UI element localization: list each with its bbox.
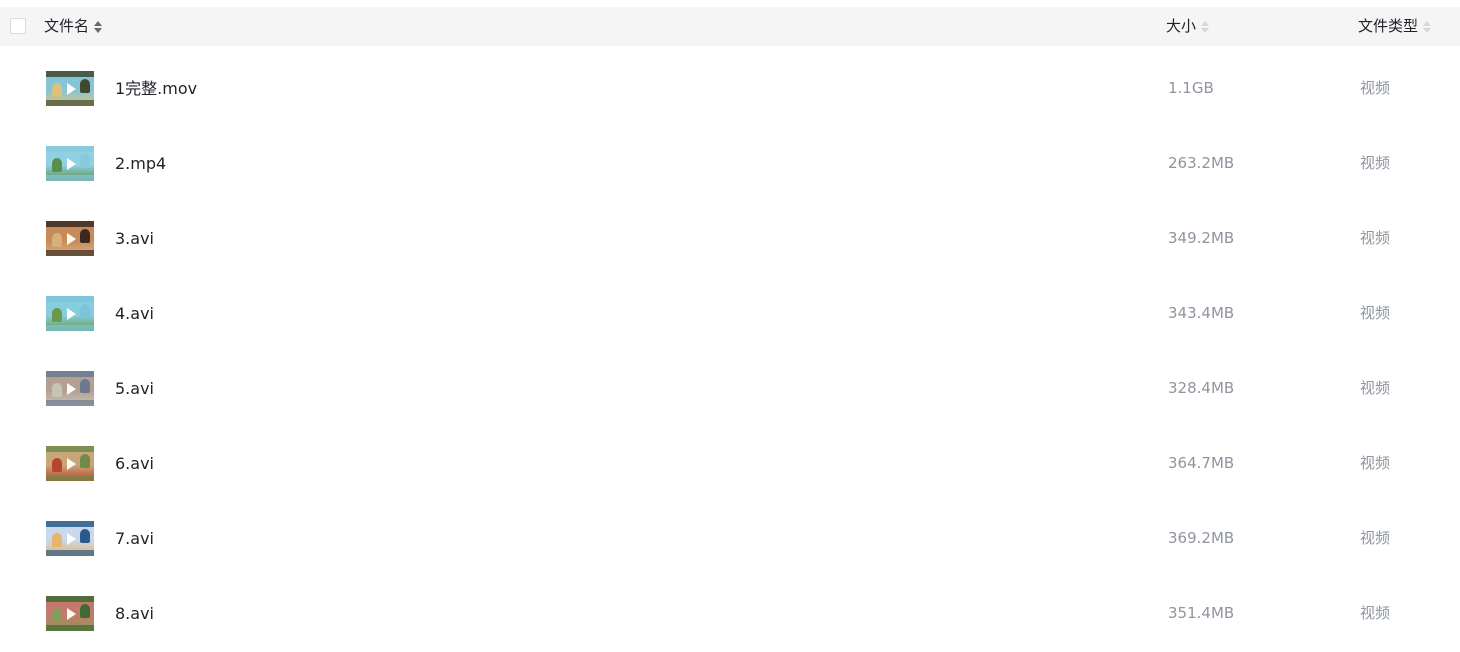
file-size: 369.2MB [1168, 529, 1235, 547]
file-type: 视频 [1360, 154, 1391, 172]
video-thumbnail[interactable] [46, 296, 94, 331]
file-name[interactable]: 3.avi [115, 201, 154, 276]
file-row[interactable]: 4.avi 343.4MB 视频 [0, 276, 1460, 351]
file-type: 视频 [1360, 79, 1391, 97]
play-icon [67, 382, 76, 395]
file-name[interactable]: 1完整.mov [115, 51, 197, 126]
file-type: 视频 [1360, 304, 1391, 322]
column-header-type-label: 文件类型 [1358, 17, 1419, 35]
table-header: 文件名 大小 文件类型 [0, 7, 1460, 46]
file-size: 349.2MB [1168, 229, 1235, 247]
file-row[interactable]: 1完整.mov 1.1GB 视频 [0, 51, 1460, 126]
play-icon [67, 532, 76, 545]
file-name[interactable]: 7.avi [115, 501, 154, 576]
play-icon [67, 82, 76, 95]
sort-icon[interactable] [94, 20, 103, 33]
play-icon [67, 457, 76, 470]
column-header-size[interactable]: 大小 [1166, 7, 1210, 46]
column-header-size-label: 大小 [1166, 17, 1197, 35]
video-thumbnail[interactable] [46, 71, 94, 106]
column-header-type[interactable]: 文件类型 [1358, 7, 1432, 46]
sort-icon[interactable] [1201, 20, 1210, 33]
file-size: 328.4MB [1168, 379, 1235, 397]
file-type: 视频 [1360, 604, 1391, 622]
play-icon [67, 157, 76, 170]
select-all-checkbox[interactable] [10, 18, 26, 34]
column-header-name-label: 文件名 [44, 17, 90, 35]
file-row[interactable]: 2.mp4 263.2MB 视频 [0, 126, 1460, 201]
file-size: 1.1GB [1168, 79, 1214, 97]
play-icon [67, 232, 76, 245]
file-size: 263.2MB [1168, 154, 1235, 172]
file-size: 364.7MB [1168, 454, 1235, 472]
file-type: 视频 [1360, 229, 1391, 247]
file-name[interactable]: 6.avi [115, 426, 154, 501]
file-name[interactable]: 5.avi [115, 351, 154, 426]
file-row[interactable]: 8.avi 351.4MB 视频 [0, 576, 1460, 651]
file-row[interactable]: 5.avi 328.4MB 视频 [0, 351, 1460, 426]
file-size: 351.4MB [1168, 604, 1235, 622]
file-row[interactable]: 6.avi 364.7MB 视频 [0, 426, 1460, 501]
file-type: 视频 [1360, 529, 1391, 547]
video-thumbnail[interactable] [46, 371, 94, 406]
file-name[interactable]: 2.mp4 [115, 126, 166, 201]
play-icon [67, 607, 76, 620]
file-row[interactable]: 3.avi 349.2MB 视频 [0, 201, 1460, 276]
column-header-name[interactable]: 文件名 [44, 7, 103, 46]
file-type: 视频 [1360, 454, 1391, 472]
play-icon [67, 307, 76, 320]
file-table: 文件名 大小 文件类型 1完整.mov 1.1GB 视频 2.mp4 263.2MB 视频… [0, 0, 1460, 652]
file-type: 视频 [1360, 379, 1391, 397]
video-thumbnail[interactable] [46, 221, 94, 256]
video-thumbnail[interactable] [46, 596, 94, 631]
file-size: 343.4MB [1168, 304, 1235, 322]
file-row[interactable]: 7.avi 369.2MB 视频 [0, 501, 1460, 576]
video-thumbnail[interactable] [46, 146, 94, 181]
file-name[interactable]: 8.avi [115, 576, 154, 651]
video-thumbnail[interactable] [46, 521, 94, 556]
file-name[interactable]: 4.avi [115, 276, 154, 351]
video-thumbnail[interactable] [46, 446, 94, 481]
sort-icon[interactable] [1423, 20, 1432, 33]
